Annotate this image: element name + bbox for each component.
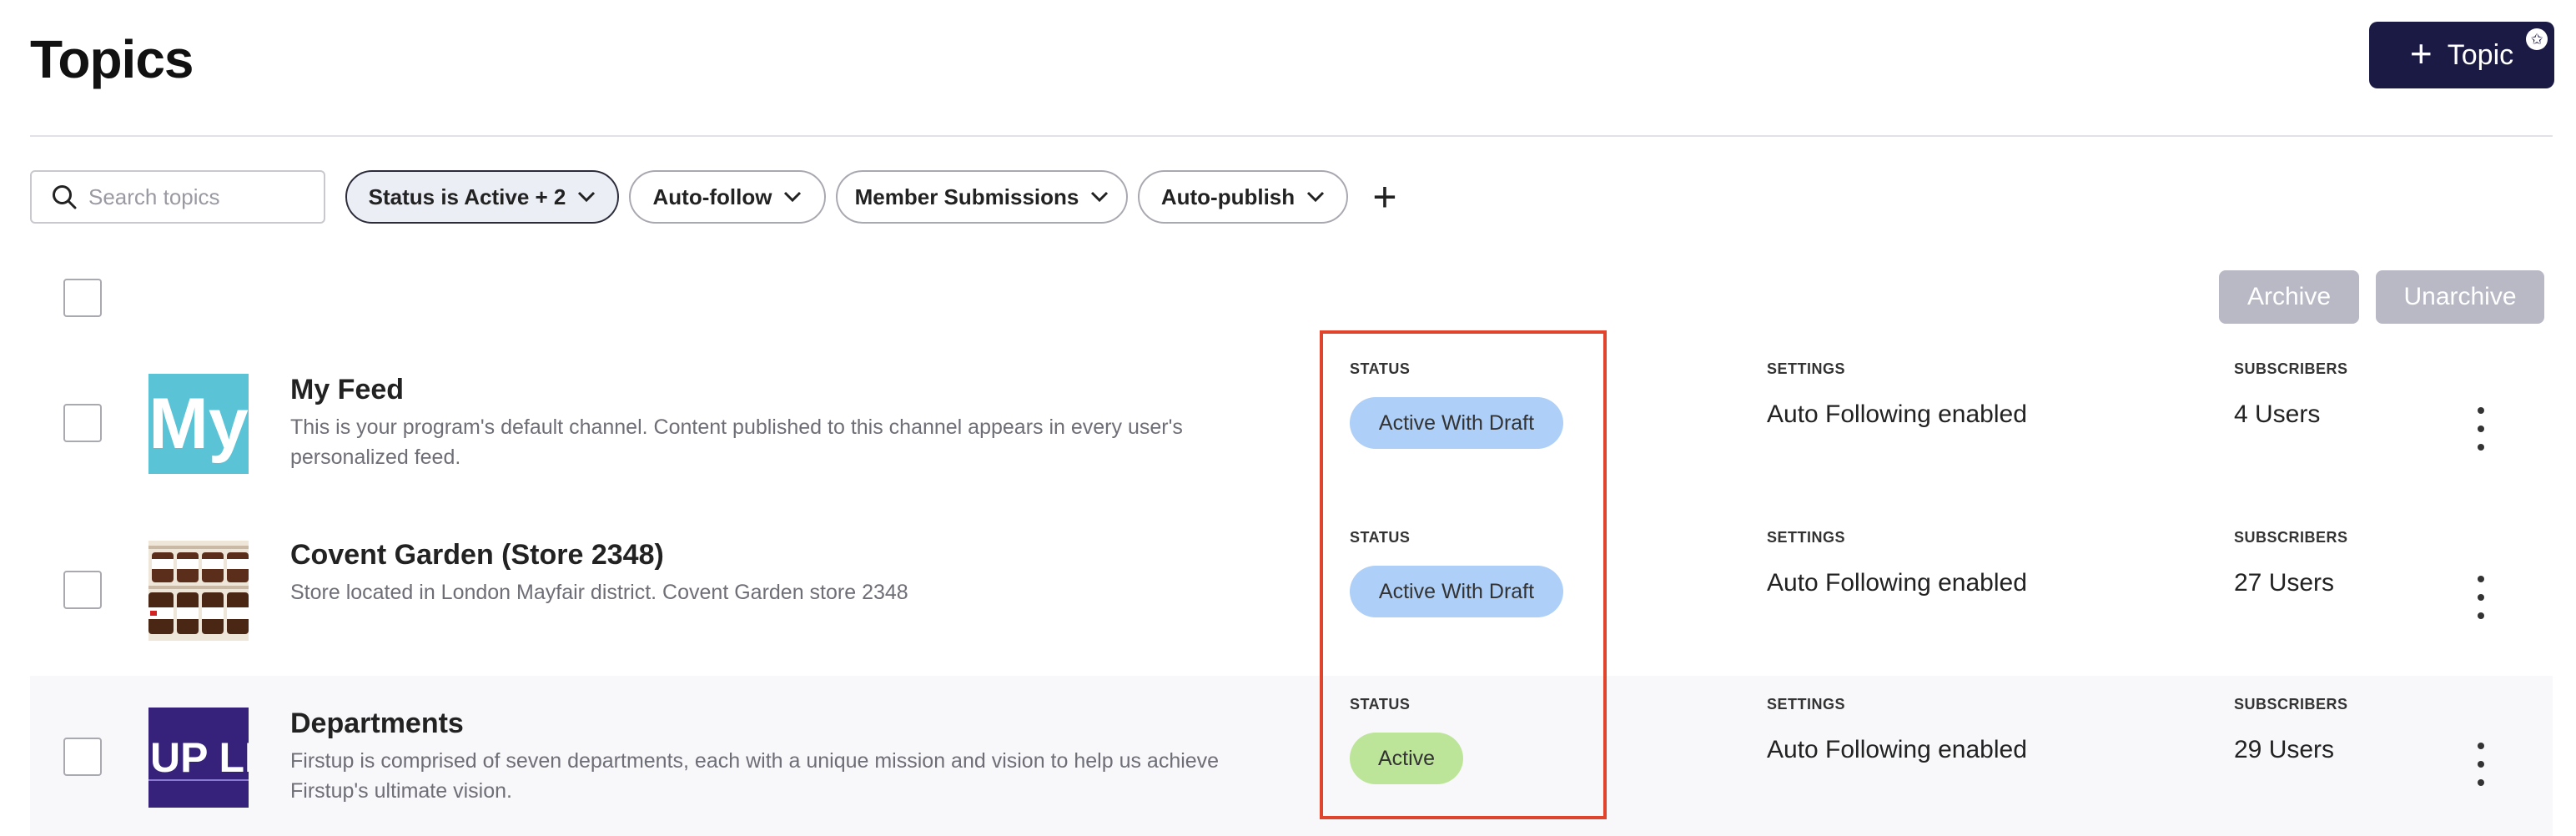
subscribers-value: 29 Users [2234, 736, 2335, 763]
subscribers-column-label: SUBSCRIBERS [2234, 696, 2348, 713]
add-topic-label: Topic [2447, 38, 2514, 71]
member-submissions-label: Member Submissions [854, 184, 1079, 209]
more-options-icon[interactable] [2471, 743, 2491, 786]
subscribers-column-label: SUBSCRIBERS [2234, 529, 2348, 546]
add-filter-button[interactable]: + [1370, 172, 1400, 222]
subscribers-value: 4 Users [2234, 400, 2321, 428]
auto-publish-label: Auto-publish [1160, 184, 1296, 209]
topic-name[interactable]: Covent Garden (Store 2348) [290, 539, 664, 572]
search-box[interactable] [30, 170, 325, 224]
select-all-checkbox[interactable] [63, 279, 102, 317]
topic-thumbnail: UP LI [148, 708, 249, 808]
search-icon [52, 184, 77, 209]
table-row[interactable]: UP LI Departments Firstup is comprised o… [30, 676, 2553, 836]
auto-publish-filter[interactable]: Auto-publish [1138, 170, 1348, 224]
settings-column-label: SETTINGS [1767, 696, 1846, 713]
settings-value: Auto Following enabled [1767, 736, 2027, 763]
status-filter-prefix: Status [368, 184, 435, 209]
subscribers-column-label: SUBSCRIBERS [2234, 360, 2348, 377]
topic-name[interactable]: Departments [290, 708, 464, 740]
status-filter-value: is Active + 2 [440, 184, 566, 209]
chevron-down-icon [784, 191, 802, 203]
topic-thumbnail: My [148, 374, 249, 474]
settings-column-label: SETTINGS [1767, 360, 1846, 377]
subscribers-value: 27 Users [2234, 569, 2335, 597]
chevron-down-icon [578, 191, 596, 203]
topic-description: Store located in London Mayfair district… [290, 581, 908, 604]
settings-value: Auto Following enabled [1767, 400, 2027, 428]
add-topic-button[interactable]: + Topic ✩ [2369, 22, 2554, 88]
more-options-icon[interactable] [2471, 576, 2491, 619]
plus-icon: + [2409, 32, 2433, 75]
status-column-label: STATUS [1350, 529, 1411, 546]
status-column-label: STATUS [1350, 696, 1411, 713]
status-filter[interactable]: Status is Active + 2 [345, 170, 619, 224]
member-submissions-filter[interactable]: Member Submissions [836, 170, 1128, 224]
status-badge: Active With Draft [1350, 566, 1563, 617]
settings-column-label: SETTINGS [1767, 529, 1846, 546]
unarchive-button[interactable]: Unarchive [2376, 270, 2544, 324]
row-checkbox[interactable] [63, 571, 102, 609]
archive-button[interactable]: Archive [2219, 270, 2359, 324]
search-input[interactable] [88, 184, 305, 210]
topic-thumbnail-image [148, 541, 249, 641]
row-checkbox[interactable] [63, 404, 102, 442]
chevron-down-icon [1307, 191, 1325, 203]
table-row[interactable]: My My Feed This is your program's defaul… [30, 342, 2553, 506]
settings-value: Auto Following enabled [1767, 569, 2027, 597]
topic-description: This is your program's default channel. … [290, 415, 1183, 469]
status-badge: Active With Draft [1350, 397, 1563, 449]
more-options-icon[interactable] [2471, 407, 2491, 451]
table-row[interactable]: Covent Garden (Store 2348) Store located… [30, 509, 2553, 672]
topic-description: Firstup is comprised of seven department… [290, 749, 1220, 803]
topic-name[interactable]: My Feed [290, 374, 404, 406]
page-title: Topics [30, 29, 194, 89]
chevron-down-icon [1091, 191, 1109, 203]
auto-follow-filter[interactable]: Auto-follow [629, 170, 826, 224]
star-badge-icon: ✩ [2526, 28, 2548, 50]
auto-follow-label: Auto-follow [652, 184, 772, 209]
topic-thumbnail-text: UP LI [150, 734, 249, 781]
status-column-label: STATUS [1350, 360, 1411, 377]
row-checkbox[interactable] [63, 738, 102, 776]
header-divider [30, 135, 2553, 137]
status-badge: Active [1350, 733, 1463, 784]
